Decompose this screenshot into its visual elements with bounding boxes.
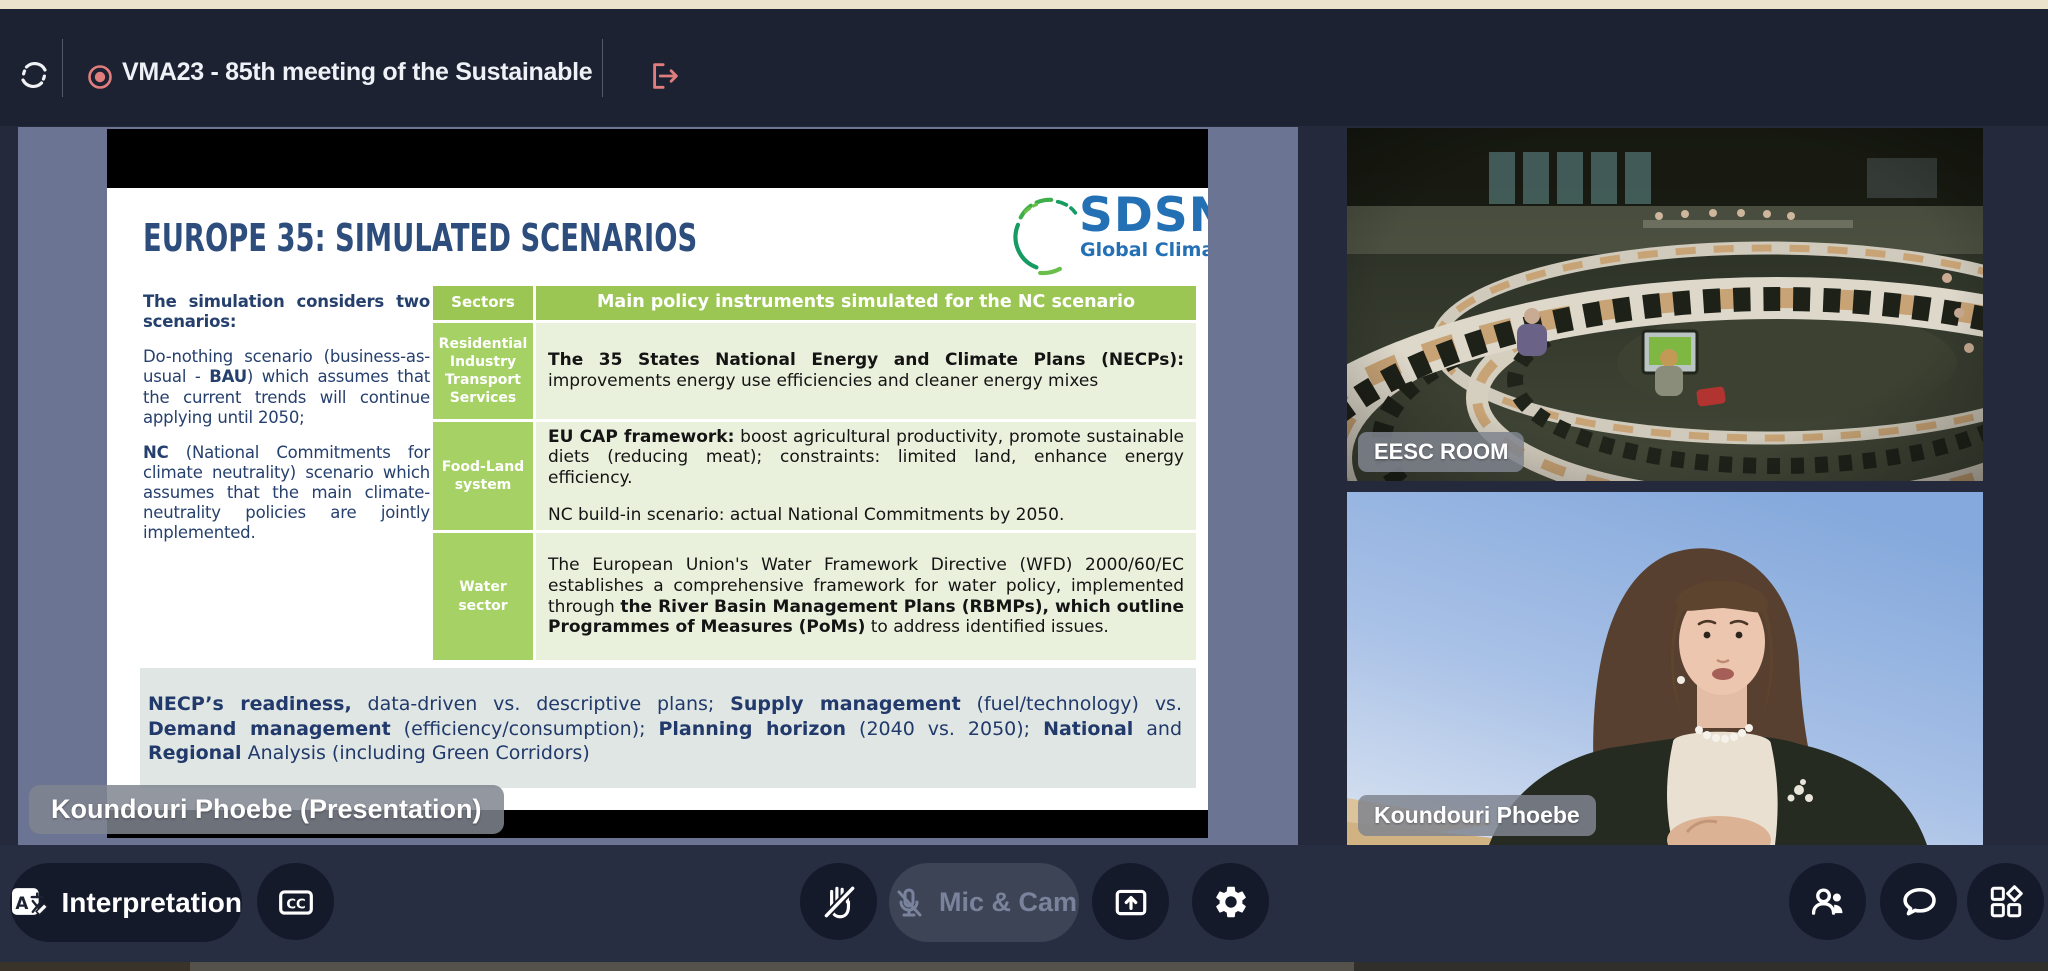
video-name-label: EESC ROOM — [1358, 432, 1524, 472]
interpretation-button[interactable]: A Interpretation — [10, 863, 242, 942]
conference-room-video — [1347, 128, 1983, 481]
presenter-name-label: Koundouri Phoebe (Presentation) — [29, 785, 504, 834]
sdsn-logo-text: SDSN — [1079, 192, 1208, 239]
intro-heading: The simulation considers two scenarios: — [143, 292, 430, 332]
bottom-edge-scrollbar — [190, 962, 1354, 971]
video-tile-eesc-room[interactable]: EESC ROOM — [1347, 128, 1983, 481]
gear-icon — [1212, 883, 1250, 921]
table-row: Food-Landsystem EU CAP framework: boost … — [433, 422, 1196, 530]
chat-button[interactable] — [1880, 863, 1957, 940]
raise-hand-button[interactable] — [800, 863, 877, 940]
interpretation-icon: A — [10, 885, 50, 921]
table-header-row: Sectors Main policy instruments simulate… — [433, 286, 1196, 320]
apps-button[interactable] — [1967, 863, 2044, 940]
intro-paragraph: NC (National Commitments for climate neu… — [143, 443, 430, 544]
mic-cam-label: Mic & Cam — [939, 887, 1077, 918]
row-label: Water sector — [433, 533, 533, 660]
apps-grid-icon — [1987, 883, 2025, 921]
meeting-title: VMA23 - 85th meeting of the Sustainable — [122, 58, 592, 87]
slide-summary-box: NECP’s readiness, data-driven vs. descri… — [140, 668, 1196, 788]
settings-button[interactable] — [1192, 863, 1269, 940]
row-content: The European Union's Water Framework Dir… — [536, 533, 1196, 660]
meeting-app-window: VMA23 - 85th meeting of the Sustainable … — [0, 0, 2048, 971]
interpretation-label: Interpretation — [62, 887, 242, 919]
mic-muted-icon — [891, 885, 927, 921]
titlebar-divider — [602, 39, 603, 97]
sdsn-logo: SDSN Global Climate Hub — [1005, 192, 1208, 278]
table-row: ResidentialIndustryTransportServices The… — [433, 323, 1196, 419]
row-content: The 35 States National Energy and Climat… — [536, 323, 1196, 419]
sdsn-logo-subtext: Global Climate Hub — [1080, 241, 1208, 260]
row-content: EU CAP framework: boost agricultural pro… — [536, 422, 1196, 530]
titlebar-divider — [62, 39, 63, 97]
video-tile-koundouri-phoebe[interactable]: Koundouri Phoebe — [1347, 492, 1983, 845]
webcam-video — [1347, 492, 1983, 845]
intro-paragraph: Do-nothing scenario (business-as-usual -… — [143, 347, 430, 428]
leave-meeting-icon[interactable] — [648, 59, 682, 93]
window-top-strip — [0, 0, 2048, 9]
share-screen-button[interactable] — [1092, 863, 1169, 940]
participants-icon — [1808, 882, 1848, 922]
record-icon — [86, 63, 114, 91]
screenshare-view[interactable]: EUROPE 35: SIMULATED SCENARIOS SDSN Glob… — [107, 129, 1208, 838]
row-label: ResidentialIndustryTransportServices — [433, 323, 533, 419]
slide: EUROPE 35: SIMULATED SCENARIOS SDSN Glob… — [107, 188, 1208, 810]
raise-hand-disabled-icon — [819, 882, 859, 922]
svg-text:A: A — [15, 892, 28, 912]
mic-cam-button[interactable]: Mic & Cam — [889, 863, 1079, 942]
header-policy: Main policy instruments simulated for th… — [536, 286, 1196, 320]
participants-button[interactable] — [1789, 863, 1866, 940]
slide-title: EUROPE 35: SIMULATED SCENARIOS — [143, 216, 697, 260]
sdsn-logo-arcs — [1005, 192, 1079, 278]
sync-icon[interactable] — [16, 57, 52, 93]
cc-icon: CC — [277, 883, 315, 921]
bottom-edge-strip — [1354, 962, 2048, 971]
policy-table: Sectors Main policy instruments simulate… — [433, 286, 1196, 660]
svg-text:CC: CC — [286, 897, 305, 912]
titlebar: VMA23 - 85th meeting of the Sustainable — [0, 9, 2048, 126]
captions-button[interactable]: CC — [257, 863, 334, 940]
row-label: Food-Landsystem — [433, 422, 533, 530]
video-name-label: Koundouri Phoebe — [1358, 795, 1596, 836]
share-screen-icon — [1112, 883, 1150, 921]
slide-intro-text: The simulation considers two scenarios: … — [143, 292, 430, 558]
chat-icon — [1899, 882, 1939, 922]
bottom-edge-strip — [0, 962, 190, 971]
header-sectors: Sectors — [433, 286, 533, 320]
table-row: Water sector The European Union's Water … — [433, 533, 1196, 660]
